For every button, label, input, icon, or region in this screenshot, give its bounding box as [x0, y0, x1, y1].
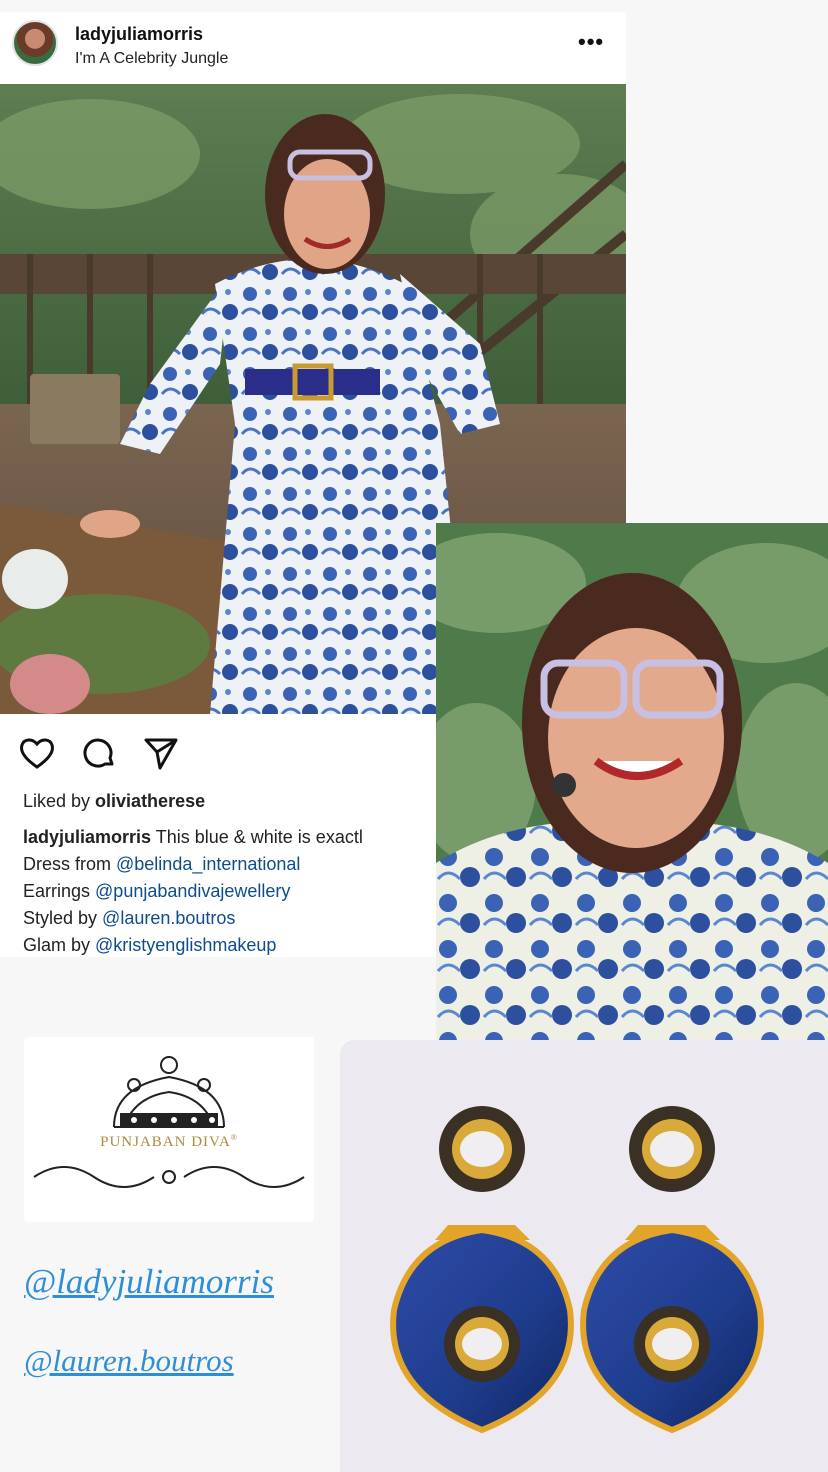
- liked-prefix: Liked by: [23, 791, 96, 811]
- crown-logo-icon: [33, 1056, 305, 1188]
- brand-name: PUNJABAN DIVA®: [24, 1133, 314, 1151]
- post-username[interactable]: ladyjuliamorris: [75, 24, 203, 45]
- caption-username[interactable]: ladyjuliamorris: [23, 827, 151, 847]
- earring-left: [390, 1106, 574, 1434]
- caption-mention[interactable]: @kristyenglishmakeup: [95, 935, 276, 955]
- like-heart-icon[interactable]: [18, 734, 56, 772]
- caption-line-prefix: Dress from: [23, 854, 117, 874]
- caption-mention[interactable]: @punjabandivajewellery: [95, 881, 290, 901]
- earrings-image: [390, 1106, 764, 1434]
- liked-username[interactable]: oliviatherese: [95, 791, 205, 811]
- post-location[interactable]: I'm A Celebrity Jungle: [75, 50, 228, 68]
- brand-name-text: PUNJABAN DIVA: [100, 1134, 231, 1150]
- comment-icon[interactable]: [80, 734, 118, 772]
- profile-avatar[interactable]: [12, 20, 58, 66]
- handle-link[interactable]: @ladyjuliamorris: [24, 1262, 274, 1302]
- post-header: ladyjuliamorris I'm A Celebrity Jungle •…: [0, 12, 626, 84]
- closeup-photo: [436, 523, 828, 1052]
- caption-line-prefix: Styled by: [23, 908, 103, 928]
- post-actions: [18, 734, 218, 774]
- earring-right: [580, 1106, 764, 1434]
- caption-line-prefix: Glam by: [23, 935, 96, 955]
- closeup-photo-image: [436, 523, 828, 1052]
- handle-link[interactable]: @lauren.boutros: [24, 1343, 234, 1379]
- caption-mention[interactable]: @lauren.boutros: [102, 908, 235, 928]
- punjaban-diva-logo-card: PUNJABAN DIVA®: [24, 1037, 314, 1222]
- brand-registered-mark: ®: [230, 1133, 238, 1142]
- more-options-icon[interactable]: •••: [578, 31, 608, 53]
- caption-mention[interactable]: @belinda_international: [116, 854, 300, 874]
- caption-text: This blue & white is exactl: [151, 827, 363, 847]
- earrings-product-photo: [340, 1040, 828, 1472]
- caption-line-prefix: Earrings: [23, 881, 96, 901]
- post-caption: ladyjuliamorris This blue & white is exa…: [23, 824, 438, 959]
- likes-summary: Liked by oliviatherese: [23, 791, 205, 812]
- share-icon[interactable]: [142, 734, 180, 772]
